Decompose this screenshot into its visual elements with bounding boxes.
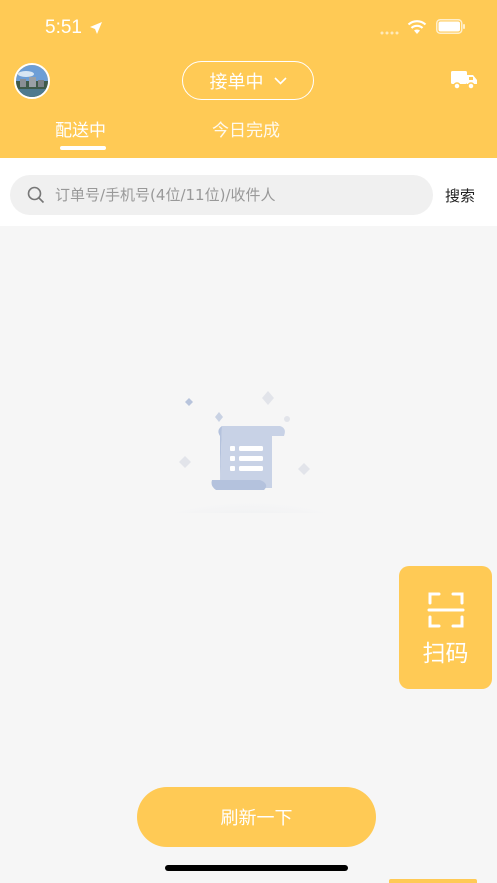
header-bar: 5:51 接单中 配送中 今日完成 xyxy=(0,0,497,158)
refresh-button[interactable]: 刷新一下 xyxy=(137,787,376,847)
search-section xyxy=(0,158,497,226)
search-input[interactable] xyxy=(55,186,415,204)
active-tab-indicator xyxy=(60,146,106,150)
avatar[interactable] xyxy=(14,63,50,99)
tab-completed-today[interactable]: 今日完成 xyxy=(212,116,280,141)
chevron-down-icon xyxy=(273,76,287,85)
avatar-photo xyxy=(16,65,48,97)
empty-list-icon xyxy=(155,391,345,513)
scan-icon xyxy=(427,592,464,628)
signal-icon xyxy=(380,31,399,35)
tab-delivering[interactable]: 配送中 xyxy=(55,116,106,141)
truck-icon[interactable] xyxy=(450,68,478,92)
home-indicator xyxy=(165,865,348,871)
search-button[interactable]: 搜索 xyxy=(445,185,475,206)
location-arrow-icon xyxy=(90,22,102,34)
battery-icon xyxy=(436,19,465,34)
wifi-icon xyxy=(407,20,427,34)
scan-label: 扫码 xyxy=(422,641,469,667)
status-time: 5:51 xyxy=(45,17,82,38)
search-icon xyxy=(27,186,45,204)
scan-button[interactable]: 扫码 xyxy=(399,566,492,689)
search-box[interactable] xyxy=(10,175,433,215)
bottom-edge-hint xyxy=(389,879,477,883)
work-status-label: 接单中 xyxy=(209,71,264,93)
work-status-dropdown[interactable]: 接单中 xyxy=(182,61,314,100)
